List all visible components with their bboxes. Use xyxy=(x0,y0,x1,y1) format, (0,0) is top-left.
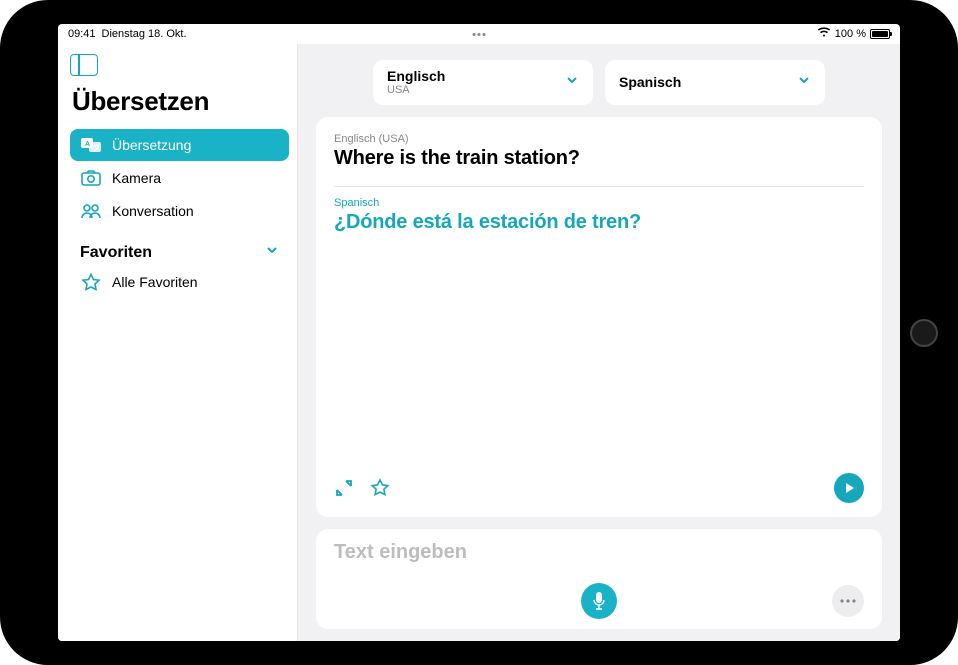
target-lang-name: Spanisch xyxy=(619,74,681,90)
chevron-down-icon xyxy=(565,73,579,92)
text-input-card[interactable]: Text eingeben xyxy=(316,529,882,629)
camera-icon xyxy=(80,169,102,187)
sidebar-item-label: Konversation xyxy=(112,203,194,219)
sidebar-item-label: Kamera xyxy=(112,170,161,186)
target-language-selector[interactable]: Spanisch xyxy=(605,60,825,105)
sidebar-item-all-favorites[interactable]: Alle Favoriten xyxy=(70,266,289,298)
status-date: Dienstag 18. Okt. xyxy=(102,28,187,40)
sidebar-item-label: Übersetzung xyxy=(112,137,191,153)
favorites-section-header[interactable]: Favoriten xyxy=(70,233,289,266)
sidebar-item-translation[interactable]: A文 Übersetzung xyxy=(70,129,289,161)
home-button[interactable] xyxy=(910,319,938,347)
favorites-label: Favoriten xyxy=(80,244,152,262)
screen: 09:41 Dienstag 18. Okt. 100 % Übersetzen xyxy=(58,24,900,641)
source-lang-tag: Englisch (USA) xyxy=(334,133,864,145)
ipad-frame: 09:41 Dienstag 18. Okt. 100 % Übersetzen xyxy=(0,0,958,665)
sidebar-toggle-icon[interactable] xyxy=(70,54,98,76)
conversation-icon xyxy=(80,202,102,220)
translate-icon: A文 xyxy=(80,136,102,154)
source-lang-sub: USA xyxy=(387,84,445,97)
play-audio-button[interactable] xyxy=(834,473,864,503)
sidebar: Übersetzen A文 Übersetzung Kamera xyxy=(58,44,298,641)
battery-percent: 100 % xyxy=(835,28,866,40)
svg-text:文: 文 xyxy=(94,143,102,152)
source-text[interactable]: Where is the train station? xyxy=(334,147,864,170)
source-lang-name: Englisch xyxy=(387,68,445,84)
status-time: 09:41 xyxy=(68,28,96,40)
sidebar-item-conversation[interactable]: Konversation xyxy=(70,195,289,227)
source-language-selector[interactable]: Englisch USA xyxy=(373,60,593,105)
sidebar-item-label: Alle Favoriten xyxy=(112,274,198,290)
card-actions xyxy=(334,473,864,503)
multitasking-dots-icon[interactable] xyxy=(473,33,486,36)
battery-icon xyxy=(870,29,890,39)
app-title: Übersetzen xyxy=(70,86,289,117)
expand-icon[interactable] xyxy=(334,478,354,498)
svg-text:A: A xyxy=(85,141,90,148)
target-lang-tag: Spanisch xyxy=(334,197,864,209)
nav-list: A文 Übersetzung Kamera Kon xyxy=(70,129,289,227)
wifi-icon xyxy=(817,27,831,41)
chevron-down-icon xyxy=(265,243,279,262)
star-icon xyxy=(80,273,102,291)
microphone-button[interactable] xyxy=(581,583,617,619)
favorite-star-icon[interactable] xyxy=(370,478,390,498)
sidebar-item-camera[interactable]: Kamera xyxy=(70,162,289,194)
main-content: Englisch USA Spanisch xyxy=(298,44,900,641)
target-text[interactable]: ¿Dónde está la estación de tren? xyxy=(334,211,864,234)
divider xyxy=(334,186,864,187)
chevron-down-icon xyxy=(797,73,811,92)
text-input-placeholder: Text eingeben xyxy=(334,541,864,564)
status-bar: 09:41 Dienstag 18. Okt. 100 % xyxy=(58,24,900,44)
favorites-list: Alle Favoriten xyxy=(70,266,289,298)
more-options-button[interactable] xyxy=(832,585,864,617)
translation-card: Englisch (USA) Where is the train statio… xyxy=(316,117,882,517)
language-row: Englisch USA Spanisch xyxy=(316,60,882,105)
